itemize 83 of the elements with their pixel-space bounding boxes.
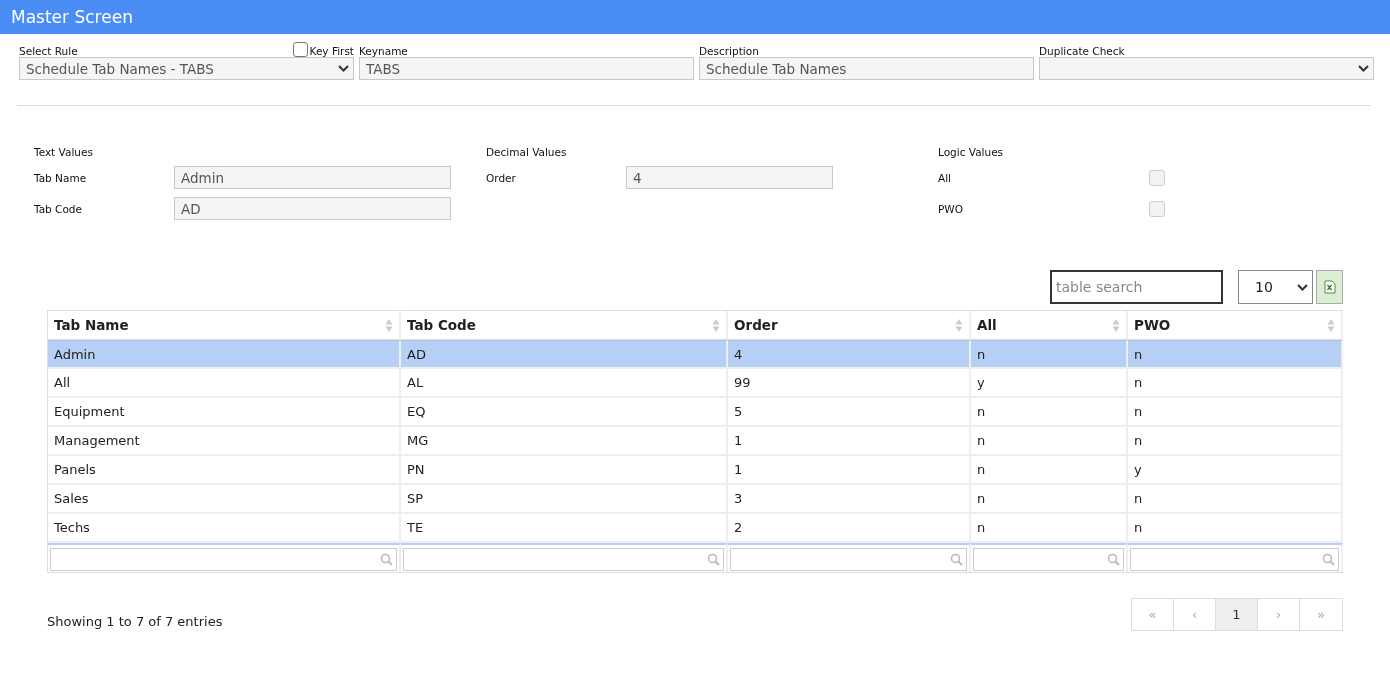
caret-icon [1358, 65, 1369, 72]
table-cell[interactable]: Admin [48, 340, 401, 369]
table-cell[interactable]: n [1128, 485, 1343, 514]
page-size-dropdown[interactable]: 10 [1238, 270, 1313, 304]
table-cell[interactable]: AL [401, 369, 728, 398]
checkbox[interactable] [292, 42, 308, 57]
field-label: All [938, 171, 953, 184]
search-icon [1107, 553, 1120, 566]
checkbox[interactable] [1149, 169, 1165, 186]
filter-field[interactable] [1130, 548, 1339, 571]
filter-field[interactable] [973, 548, 1124, 571]
filter-field[interactable] [50, 548, 397, 571]
checkbox[interactable] [1149, 200, 1165, 217]
table-cell[interactable]: n [971, 485, 1128, 514]
table-cell[interactable]: 4 [728, 340, 971, 369]
table-cell[interactable]: AD [401, 340, 728, 369]
table-cell[interactable]: n [1128, 398, 1343, 427]
table-cell[interactable]: Sales [48, 485, 401, 514]
search-icon [380, 553, 393, 566]
input-field[interactable]: AD [174, 197, 451, 220]
table-cell[interactable]: n [1128, 340, 1343, 369]
field-label: PWO [938, 202, 964, 215]
field-label: Select Rule [19, 45, 78, 57]
sort-icon[interactable] [1327, 317, 1335, 333]
input-field[interactable]: Schedule Tab Names [699, 57, 1034, 80]
table-cell[interactable]: Techs [48, 514, 401, 543]
table-cell[interactable]: Management [48, 427, 401, 456]
caret-icon [338, 65, 349, 72]
table-cell[interactable]: n [971, 514, 1128, 543]
table-cell[interactable]: n [971, 427, 1128, 456]
table-cell[interactable]: All [48, 369, 401, 398]
table-cell[interactable]: 1 [728, 427, 971, 456]
search-icon [950, 553, 963, 566]
table-cell[interactable]: Equipment [48, 398, 401, 427]
field-label: Order [486, 171, 517, 184]
table-cell[interactable]: n [1128, 427, 1343, 456]
table-cell[interactable]: PN [401, 456, 728, 485]
table-cell[interactable]: MG [401, 427, 728, 456]
search-field[interactable]: table search [1050, 270, 1223, 304]
field-label: Description [699, 45, 759, 57]
table-cell[interactable]: SP [401, 485, 728, 514]
section-title: Logic Values [938, 146, 1005, 158]
sort-icon[interactable] [712, 317, 720, 333]
table-cell[interactable]: 3 [728, 485, 971, 514]
table-cell[interactable]: y [971, 369, 1128, 398]
table-cell[interactable]: n [971, 398, 1128, 427]
section-title: Text Values [34, 146, 94, 158]
entries-info: Showing 1 to 7 of 7 entries [47, 613, 223, 629]
table-cell[interactable]: 2 [728, 514, 971, 543]
table-cell[interactable]: n [971, 456, 1128, 485]
table-cell[interactable]: Panels [48, 456, 401, 485]
table-cell[interactable]: n [1128, 514, 1343, 543]
field-label: Duplicate Check [1039, 45, 1125, 57]
table-cell[interactable]: EQ [401, 398, 728, 427]
field-label: Tab Name [34, 171, 88, 184]
input-field[interactable]: 4 [626, 166, 833, 189]
table-cell[interactable]: TE [401, 514, 728, 543]
sort-icon[interactable] [385, 317, 393, 333]
page-title: Master Screen [11, 7, 133, 27]
field-label: Keyname [359, 45, 408, 57]
spreadsheet-icon [1323, 280, 1336, 294]
dropdown[interactable]: Schedule Tab Names - TABS [19, 57, 354, 80]
table-cell[interactable]: y [1128, 456, 1343, 485]
sort-icon[interactable] [955, 317, 963, 333]
excel-export-button[interactable] [1316, 270, 1343, 304]
pagination-button[interactable]: 1 [1216, 599, 1258, 630]
table-cell[interactable]: 99 [728, 369, 971, 398]
search-icon [707, 553, 720, 566]
checkbox-label: Key First [309, 45, 354, 57]
filter-field[interactable] [730, 548, 967, 571]
search-icon [1322, 553, 1335, 566]
input-field[interactable]: TABS [359, 57, 694, 80]
table-cell[interactable]: 5 [728, 398, 971, 427]
section-title: Decimal Values [486, 146, 568, 158]
table-cell[interactable]: 1 [728, 456, 971, 485]
filter-field[interactable] [403, 548, 724, 571]
input-field[interactable]: Admin [174, 166, 451, 189]
caret-icon [1297, 283, 1308, 291]
field-label: Tab Code [34, 202, 83, 215]
dropdown[interactable] [1039, 57, 1374, 80]
table-cell[interactable]: n [971, 340, 1128, 369]
table-cell[interactable]: n [1128, 369, 1343, 398]
sort-icon[interactable] [1112, 317, 1120, 333]
